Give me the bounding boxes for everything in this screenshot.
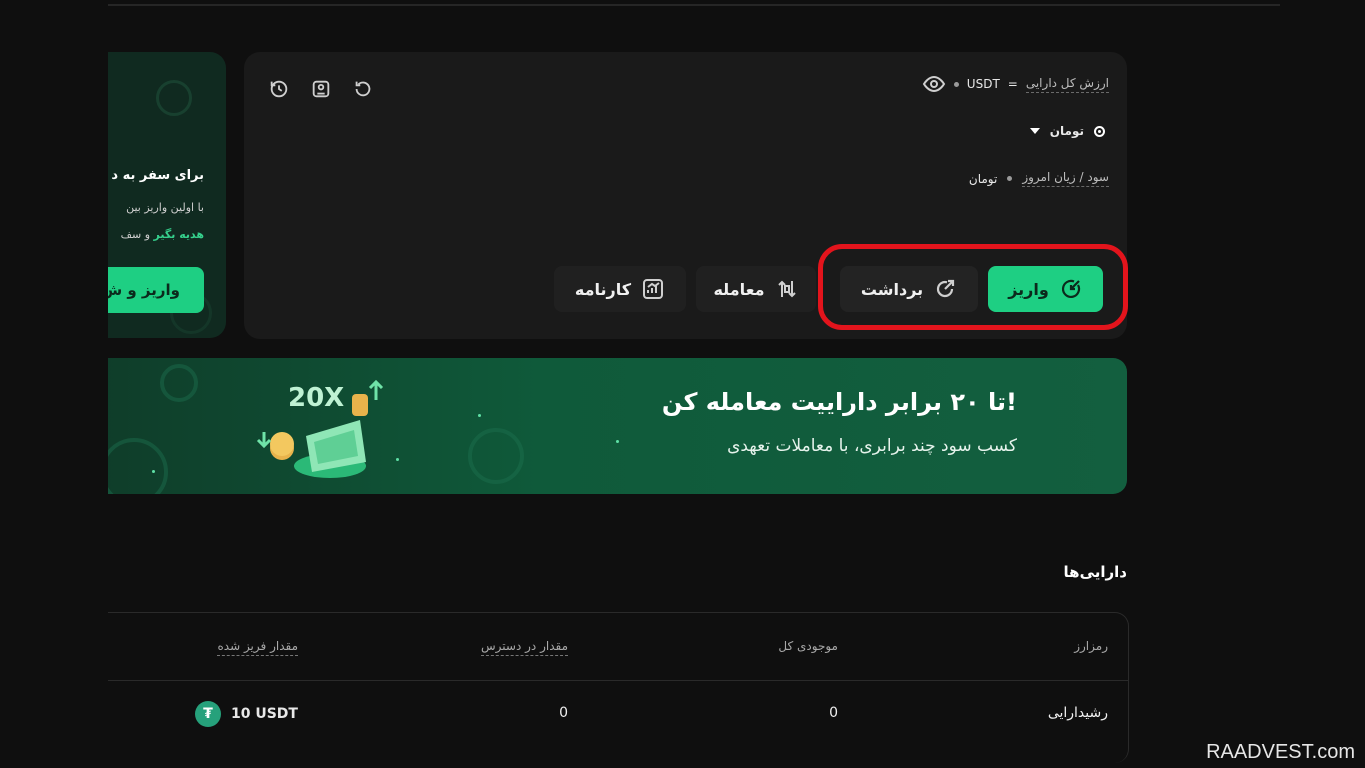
assets-table: رمزارز موجودی کل مقدار در دسترس مقدار فر… [60, 612, 1129, 763]
coin-decoration-icon [468, 428, 524, 484]
coin-decoration-icon [160, 364, 198, 402]
total-balance-label: ارزش کل دارایی [1025, 76, 1109, 93]
assets-title: دارایی‌ها [1063, 563, 1127, 581]
column-total: موجودی کل [778, 639, 838, 653]
chart-icon [643, 279, 664, 299]
wallet-icon[interactable] [310, 78, 332, 100]
leverage-banner[interactable]: 20X تا ۲۰ برابر داراییت معامله کن! کسب س… [60, 358, 1127, 494]
coin-decoration-icon [100, 438, 168, 494]
coin-decoration-icon [156, 80, 192, 116]
promo-title: برای سفر به د [111, 168, 204, 183]
cell-total: 0 [829, 705, 838, 721]
cell-available: 0 [559, 705, 568, 721]
trade-label: معامله [713, 279, 765, 299]
column-crypto: رمزارز [1074, 639, 1108, 653]
trade-button[interactable]: معامله [696, 266, 816, 312]
history-icon[interactable] [268, 78, 290, 100]
pnl-label: سود / زیان امروز [1022, 170, 1109, 187]
viewport-left-edge [0, 0, 108, 768]
banner-title: تا ۲۰ برابر داراییت معامله کن! [661, 388, 1017, 416]
promo-text-2: هدیه بگیر و سف [121, 228, 204, 241]
column-available: مقدار در دسترس [481, 639, 568, 656]
balance-currency-usdt: USDT [966, 77, 1000, 91]
top-divider [108, 4, 1280, 6]
total-balance-row: USDT = ارزش کل دارایی [922, 74, 1109, 94]
separator-dot [1007, 176, 1013, 181]
eye-icon[interactable] [922, 74, 946, 94]
promo-text-rest: و سف [120, 228, 151, 241]
promo-text: با اولین واریز بین [126, 201, 204, 214]
radio-icon [1094, 125, 1105, 137]
report-button[interactable]: کارنامه [554, 266, 686, 312]
pnl-currency: تومان [968, 171, 998, 186]
sparkle-icon [152, 470, 155, 473]
cell-crypto: رشیدارایی [1047, 705, 1108, 721]
banner-subtitle: کسب سود چند برابری، با معاملات تعهدی [727, 436, 1017, 456]
pnl-row: تومان سود / زیان امروز [969, 170, 1109, 187]
sparkle-icon [478, 414, 481, 417]
tether-icon: ₮ [195, 701, 221, 727]
currency-select-value[interactable]: تومان [1050, 124, 1084, 138]
sparkle-icon [616, 440, 619, 443]
refresh-icon[interactable] [352, 78, 374, 100]
watermark: RAADVEST.com [1206, 741, 1355, 763]
equals-sign: = [1007, 77, 1018, 91]
promo-highlight: هدیه بگیر [153, 228, 204, 241]
chevron-down-icon[interactable] [1029, 128, 1040, 134]
cell-frozen: ₮ 10 USDT [195, 701, 298, 727]
frozen-value: 10 USDT [231, 706, 298, 722]
toman-selector[interactable]: تومان [1029, 124, 1105, 138]
leverage-illustration-icon: 20X [256, 379, 384, 478]
trade-arrows-icon [777, 280, 796, 298]
column-frozen: مقدار فریز شده [217, 639, 298, 656]
leverage-badge: 20X [288, 383, 344, 413]
action-highlight-frame [818, 244, 1128, 330]
report-label: کارنامه [574, 279, 632, 299]
header-divider [61, 680, 1128, 681]
separator-dot [953, 81, 959, 87]
